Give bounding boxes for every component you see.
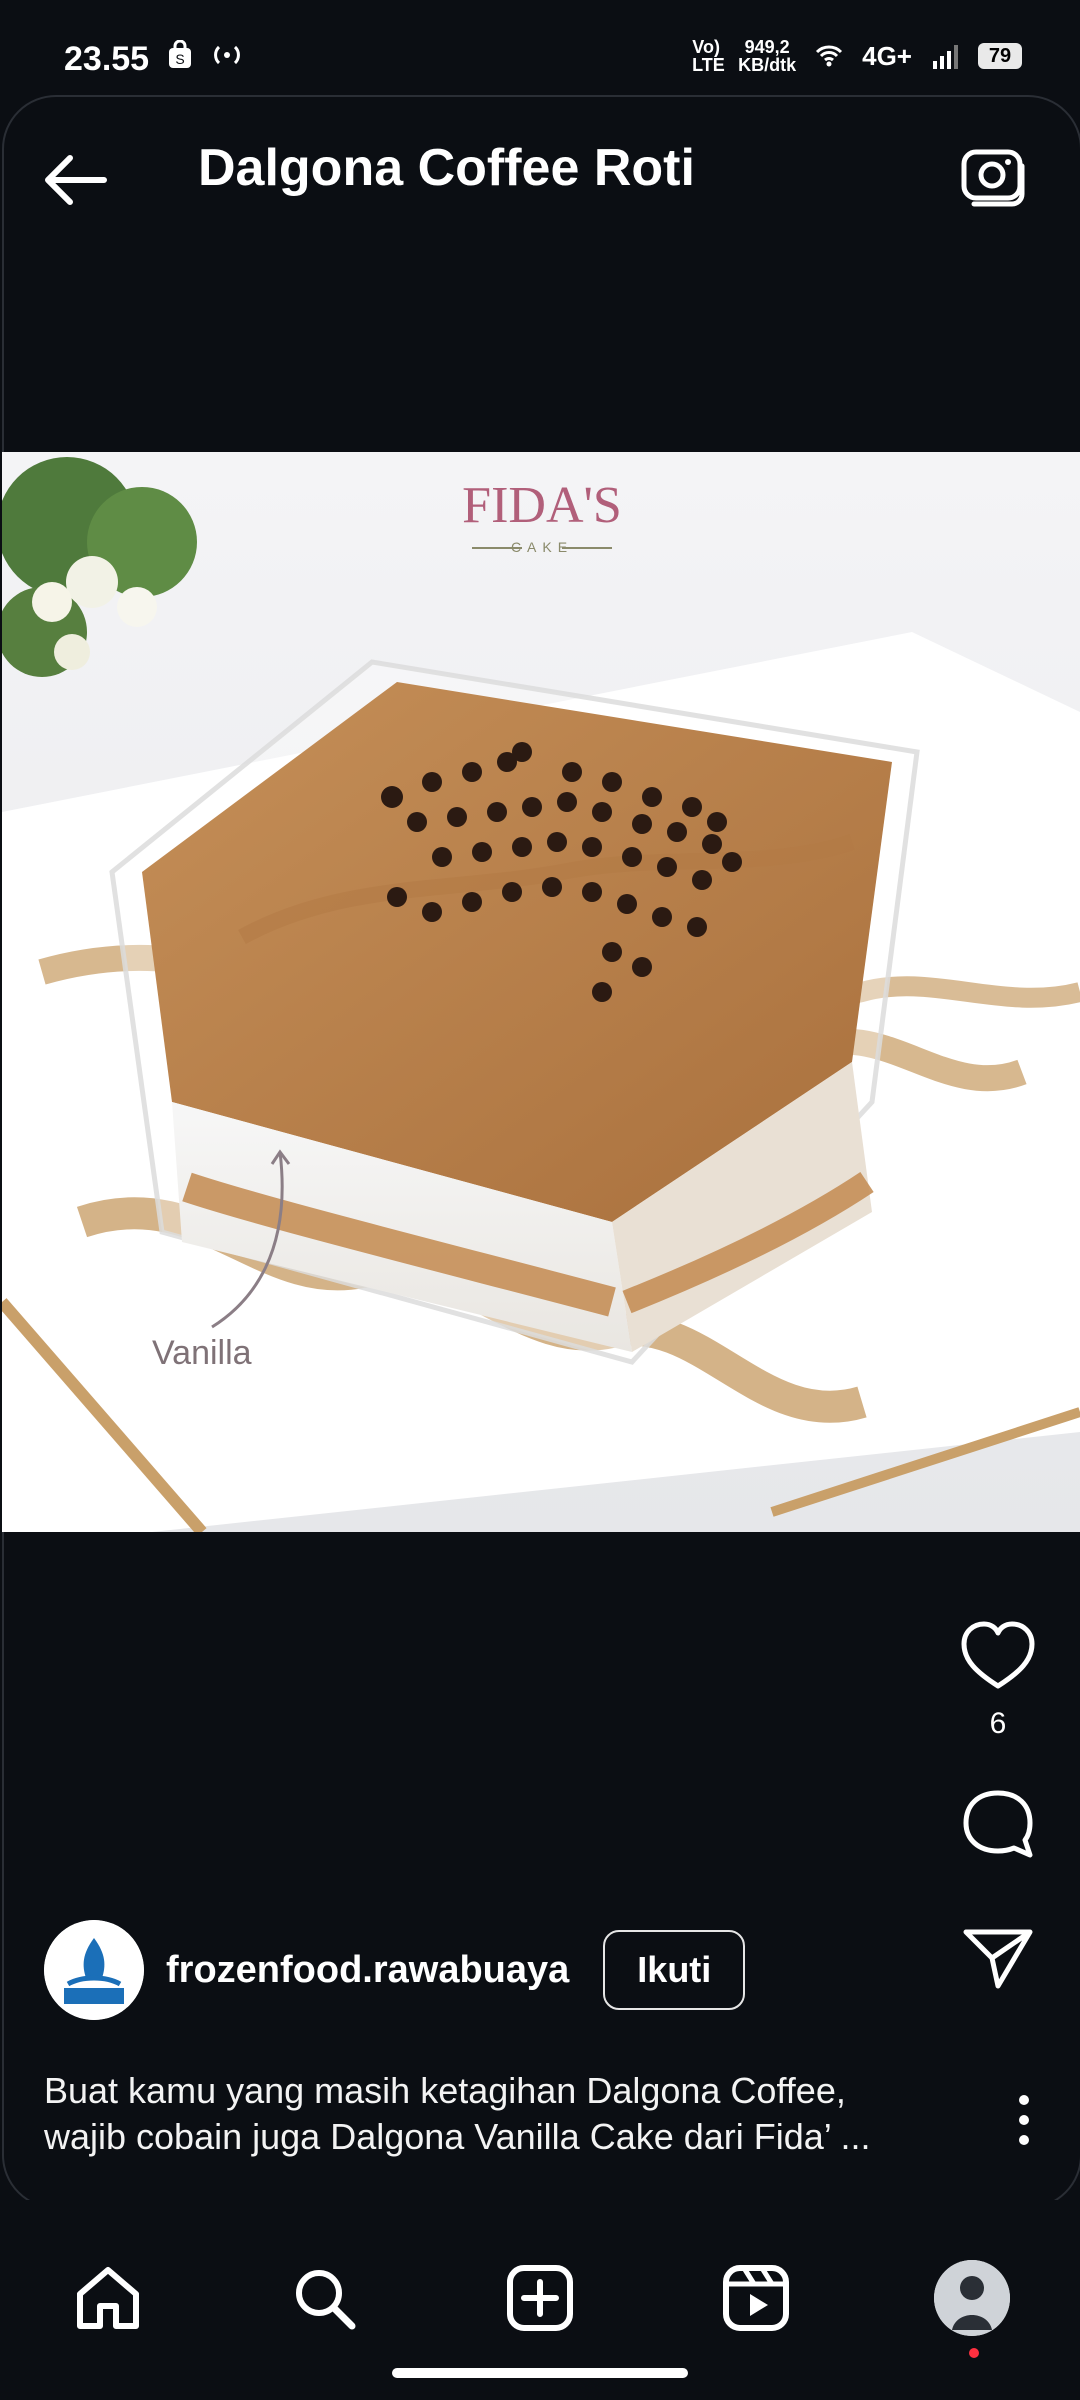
- profile-avatar-image: [934, 2260, 1010, 2336]
- status-right: Vo) LTE 949,2 KB/dtk 4G+ 79: [692, 38, 1022, 74]
- home-icon[interactable]: [70, 2260, 146, 2336]
- more-options-icon[interactable]: [1014, 2090, 1034, 2150]
- status-left-icons: S: [165, 40, 245, 70]
- likes-count: 6: [989, 1707, 1007, 1740]
- page-title: Dalgona Coffee Roti: [198, 139, 695, 197]
- camera-icon[interactable]: [960, 142, 1028, 210]
- profile-tab[interactable]: [934, 2260, 1010, 2358]
- author-row: frozenfood.rawabuaya Ikuti: [44, 1920, 746, 2020]
- hotspot-icon: [214, 45, 240, 65]
- search-icon[interactable]: [286, 2260, 362, 2336]
- back-arrow-icon[interactable]: [40, 150, 110, 210]
- post-image[interactable]: FIDA'S CAKE Vanilla: [2, 452, 1080, 1532]
- send-icon[interactable]: [958, 1924, 1038, 1994]
- reels-icon[interactable]: [718, 2260, 794, 2336]
- profile-avatar: [934, 2260, 1010, 2336]
- wifi-icon: [816, 45, 843, 67]
- brand-logo: [44, 1920, 144, 2020]
- caption-line-2: wajib cobain juga Dalgona Vanilla Cake d…: [44, 2116, 871, 2157]
- cake-photo: FIDA'S CAKE Vanilla: [2, 452, 1080, 1532]
- svg-text:S: S: [175, 51, 184, 67]
- comment-icon[interactable]: [958, 1785, 1038, 1865]
- author-avatar[interactable]: [44, 1920, 144, 2020]
- follow-button[interactable]: Ikuti: [603, 1930, 746, 2010]
- author-username[interactable]: frozenfood.rawabuaya: [166, 1949, 569, 1992]
- header: Dalgona Coffee Roti: [0, 120, 1080, 230]
- create-icon[interactable]: [502, 2260, 578, 2336]
- heart-icon[interactable]: [958, 1620, 1038, 1692]
- signal-icon: [933, 45, 958, 69]
- notification-dot: [969, 2348, 979, 2358]
- home-indicator[interactable]: [392, 2368, 688, 2378]
- volte-indicator: Vo) LTE: [692, 37, 725, 75]
- caption-line-1: Buat kamu yang masih ketagihan Dalgona C…: [44, 2070, 846, 2111]
- brand-text: FIDA'S: [462, 477, 622, 534]
- network-speed: 949,2 KB/dtk: [738, 37, 797, 75]
- network-type: 4G+: [862, 40, 912, 71]
- annotation-text: Vanilla: [152, 1334, 252, 1372]
- post-actions: 6: [958, 1620, 1038, 1999]
- battery-indicator: 79: [978, 43, 1022, 69]
- post-caption[interactable]: Buat kamu yang masih ketagihan Dalgona C…: [44, 2068, 924, 2160]
- shopping-bag-icon: S: [169, 40, 191, 68]
- status-time: 23.55: [64, 40, 150, 78]
